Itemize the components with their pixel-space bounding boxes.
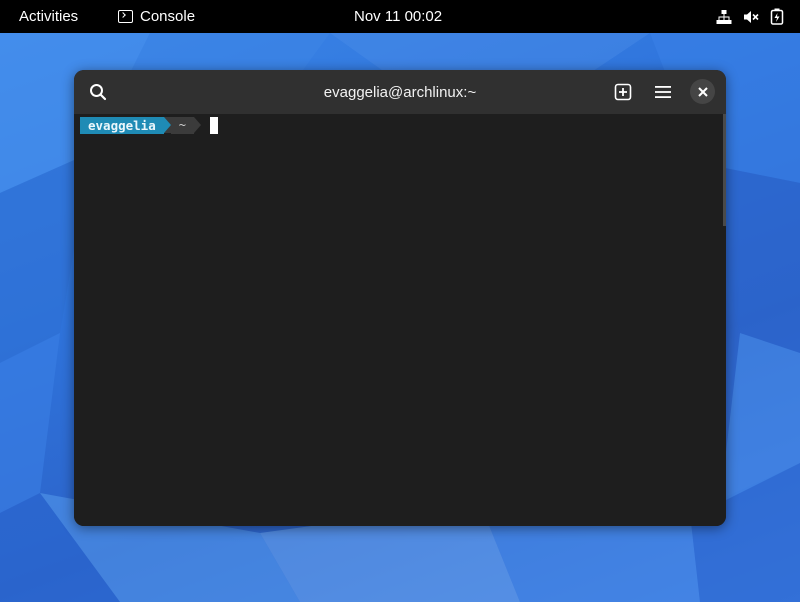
shell-prompt: evaggelia ~ [80, 117, 218, 134]
clock[interactable]: Nov 11 00:02 [354, 8, 442, 25]
activities-button[interactable]: Activities [19, 8, 78, 25]
console-icon [118, 10, 133, 23]
prompt-separator [163, 117, 171, 133]
network-wired-icon[interactable] [716, 9, 732, 25]
scrollbar[interactable] [723, 114, 726, 226]
prompt-separator-end [193, 117, 201, 133]
app-menu-label: Console [140, 8, 196, 25]
volume-muted-icon[interactable] [743, 9, 759, 25]
main-menu-button[interactable] [651, 80, 675, 104]
new-tab-button[interactable] [611, 80, 635, 104]
close-icon [697, 86, 708, 97]
terminal-area[interactable]: evaggelia ~ [74, 114, 726, 526]
battery-charging-icon[interactable] [770, 8, 784, 25]
header-bar[interactable]: evaggelia@archlinux:~ [74, 70, 726, 114]
top-bar: Activities Console Nov 11 00:02 [0, 0, 800, 33]
prompt-user: evaggelia [80, 117, 164, 134]
app-menu[interactable]: Console [118, 8, 195, 25]
close-button[interactable] [690, 79, 715, 104]
new-tab-icon [614, 83, 632, 101]
terminal-window[interactable]: evaggelia@archlinux:~ evaggelia ~ [74, 70, 726, 526]
system-tray[interactable] [716, 8, 784, 25]
text-cursor [209, 117, 218, 134]
hamburger-menu-icon [655, 86, 671, 98]
prompt-directory: ~ [170, 117, 194, 134]
